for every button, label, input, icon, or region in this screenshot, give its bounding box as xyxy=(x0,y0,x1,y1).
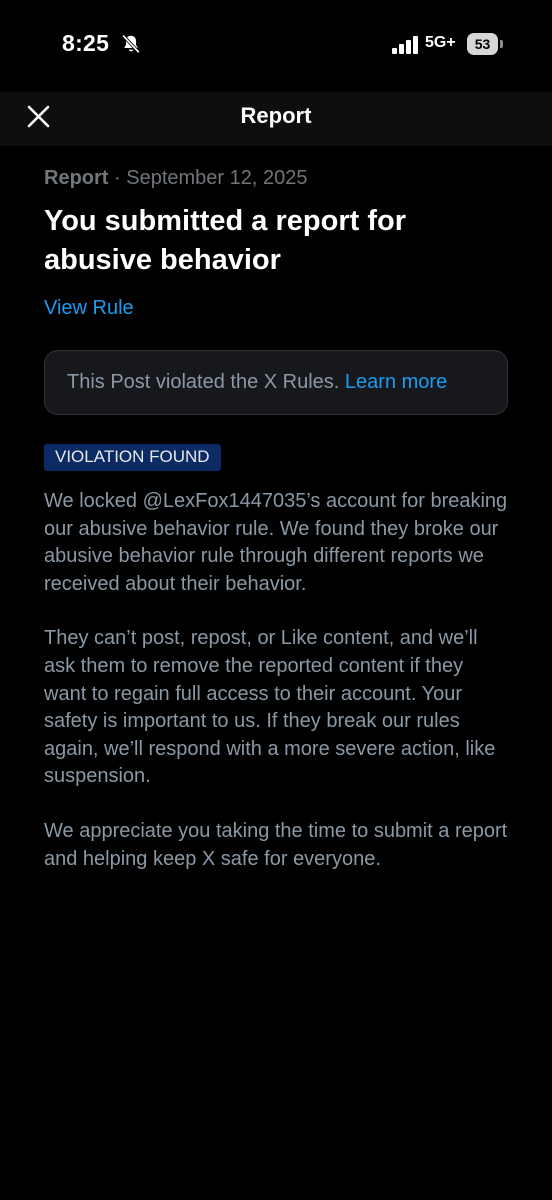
view-rule-link[interactable]: View Rule xyxy=(44,297,134,320)
battery-icon: 53 xyxy=(467,33,504,55)
report-content: Report · September 12, 2025 You submitte… xyxy=(44,146,508,873)
battery-tip xyxy=(500,40,503,48)
violation-notice: This Post violated the X Rules. Learn mo… xyxy=(44,350,508,415)
status-time: 8:25 xyxy=(62,30,110,56)
battery-level: 53 xyxy=(467,33,498,55)
status-bar: 8:25 5G+ 53 xyxy=(0,0,552,92)
status-badge: VIOLATION FOUND xyxy=(44,444,221,471)
report-paragraph: They can’t post, repost, or Like content… xyxy=(44,627,496,788)
bell-slash-icon xyxy=(122,34,140,54)
report-type: Report xyxy=(44,167,109,189)
nav-bar: Report xyxy=(0,92,552,146)
report-paragraph: We locked @LexFox1447035’s account for b… xyxy=(44,490,508,595)
cellular-signal-icon xyxy=(392,36,418,54)
network-type: 5G+ xyxy=(425,34,456,51)
report-date: September 12, 2025 xyxy=(126,167,308,189)
learn-more-link[interactable]: Learn more xyxy=(345,371,447,393)
page-title: Report xyxy=(240,103,312,128)
report-meta: Report · September 12, 2025 xyxy=(44,167,508,190)
meta-separator: · xyxy=(108,167,127,189)
report-headline: You submitted a report for abusive behav… xyxy=(44,205,406,276)
notice-text: This Post violated the X Rules. xyxy=(67,371,340,393)
report-paragraph: We appreciate you taking the time to sub… xyxy=(44,819,508,870)
